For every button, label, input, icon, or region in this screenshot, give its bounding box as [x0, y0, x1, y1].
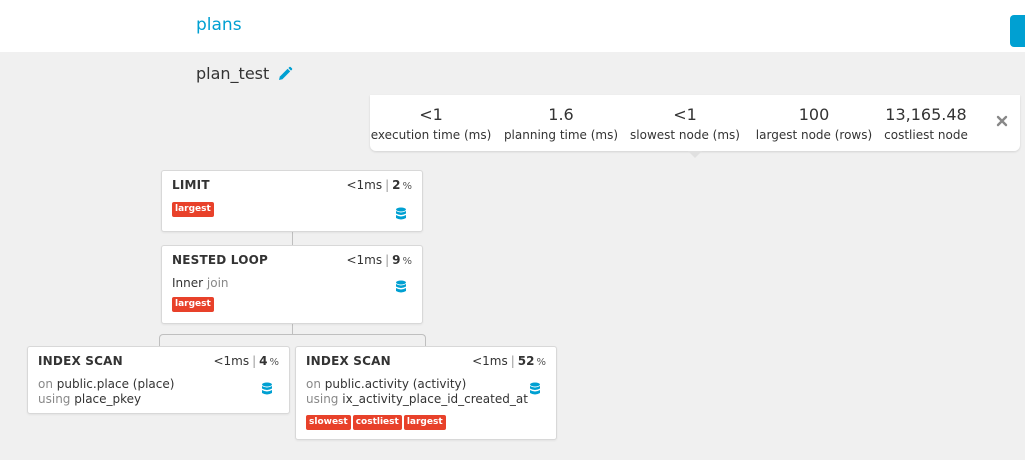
stat-label: slowest node (ms) [630, 128, 740, 142]
pencil-icon[interactable] [277, 66, 293, 82]
stat-value: <1 [419, 105, 443, 124]
node-time: <1ms [472, 354, 508, 368]
node-percent: 4 [259, 354, 268, 368]
plan-node-index-scan-activity[interactable]: INDEX SCAN <1ms | 52% on public.activity (… [295, 346, 557, 440]
header-action-button[interactable] [1010, 15, 1025, 47]
stat-planning-time: 1.6 planning time (ms) [500, 105, 622, 143]
stat-label: costliest node [884, 128, 968, 142]
database-icon [396, 280, 406, 293]
relation-label: on [306, 377, 321, 391]
stat-label: execution time (ms) [370, 128, 492, 142]
node-metrics: <1ms | 2% [346, 178, 412, 192]
node-type: INDEX SCAN [38, 354, 123, 368]
plan-node-index-scan-place[interactable]: INDEX SCAN <1ms | 4% on public.place (plac… [27, 346, 290, 414]
join-type-value: Inner [172, 276, 204, 290]
relation-label: on [38, 377, 53, 391]
node-time: <1ms [346, 253, 383, 267]
join-type-label: join [206, 276, 229, 290]
relation-name: public.activity (activity) [324, 377, 467, 391]
index-line: using ix_activity_place_id_created_at [306, 392, 528, 406]
join-type: Inner join [172, 276, 229, 290]
relation-name: public.place (place) [56, 377, 175, 391]
node-metrics: <1ms | 9% [346, 253, 412, 267]
node-tags: slowest costliest largest [306, 415, 446, 430]
stat-value: 13,165.48 [885, 105, 967, 124]
node-type: INDEX SCAN [306, 354, 391, 368]
node-type: NESTED LOOP [172, 253, 269, 267]
index-line: using place_pkey [38, 392, 141, 406]
relation-line: on public.place (place) [38, 377, 174, 391]
stat-label: planning time (ms) [503, 128, 619, 142]
percent-sign: % [402, 256, 412, 267]
top-bar: plans [0, 0, 1025, 52]
node-percent: 52 [517, 354, 535, 368]
index-name: place_pkey [74, 392, 142, 406]
stat-costliest-node: 13,165.48 costliest node [880, 105, 972, 143]
relation-line: on public.activity (activity) [306, 377, 466, 391]
tag-largest: largest [172, 202, 214, 217]
plan-title: plan_test [196, 64, 270, 83]
close-icon[interactable] [996, 115, 1008, 127]
percent-sign: % [402, 181, 412, 192]
stat-slowest-node: <1 slowest node (ms) [626, 105, 744, 143]
stat-value: 1.6 [548, 105, 574, 124]
node-tags: largest [172, 297, 214, 312]
database-icon [530, 382, 540, 395]
node-type: LIMIT [172, 178, 210, 192]
node-metrics: <1ms | 4% [213, 354, 279, 368]
stat-value: <1 [673, 105, 697, 124]
tag-largest: largest [172, 297, 214, 312]
node-percent: 2 [392, 178, 401, 192]
database-icon [396, 207, 406, 220]
plan-stats-panel: <1 execution time (ms) 1.6 planning time… [370, 95, 1020, 158]
node-percent: 9 [392, 253, 401, 267]
percent-sign: % [536, 357, 546, 368]
index-name: ix_activity_place_id_created_at [342, 392, 528, 406]
metric-separator: | [510, 354, 515, 368]
stat-value: 100 [798, 105, 830, 124]
stat-label: largest node (rows) [755, 128, 873, 142]
stat-largest-node: 100 largest node (rows) [750, 105, 878, 143]
tag-slowest: slowest [306, 415, 351, 430]
node-tags: largest [172, 202, 214, 217]
metric-separator: | [252, 354, 257, 368]
stat-execution-time: <1 execution time (ms) [370, 105, 492, 143]
node-time: <1ms [346, 178, 383, 192]
panel-caret [688, 151, 702, 158]
plan-node-nested-loop[interactable]: NESTED LOOP <1ms | 9% Inner join largest [161, 245, 423, 324]
plan-node-limit[interactable]: LIMIT <1ms | 2% largest [161, 170, 423, 232]
tree-connector [292, 324, 293, 334]
tag-costliest: costliest [352, 415, 402, 430]
metric-separator: | [385, 253, 390, 267]
tag-largest: largest [403, 415, 446, 430]
metric-separator: | [385, 178, 390, 192]
index-label: using [306, 392, 339, 406]
tree-connector [292, 232, 293, 245]
percent-sign: % [269, 357, 279, 368]
index-label: using [38, 392, 71, 406]
node-time: <1ms [213, 354, 250, 368]
node-metrics: <1ms | 52% [472, 354, 546, 368]
plans-link[interactable]: plans [196, 15, 242, 35]
database-icon [262, 382, 272, 395]
